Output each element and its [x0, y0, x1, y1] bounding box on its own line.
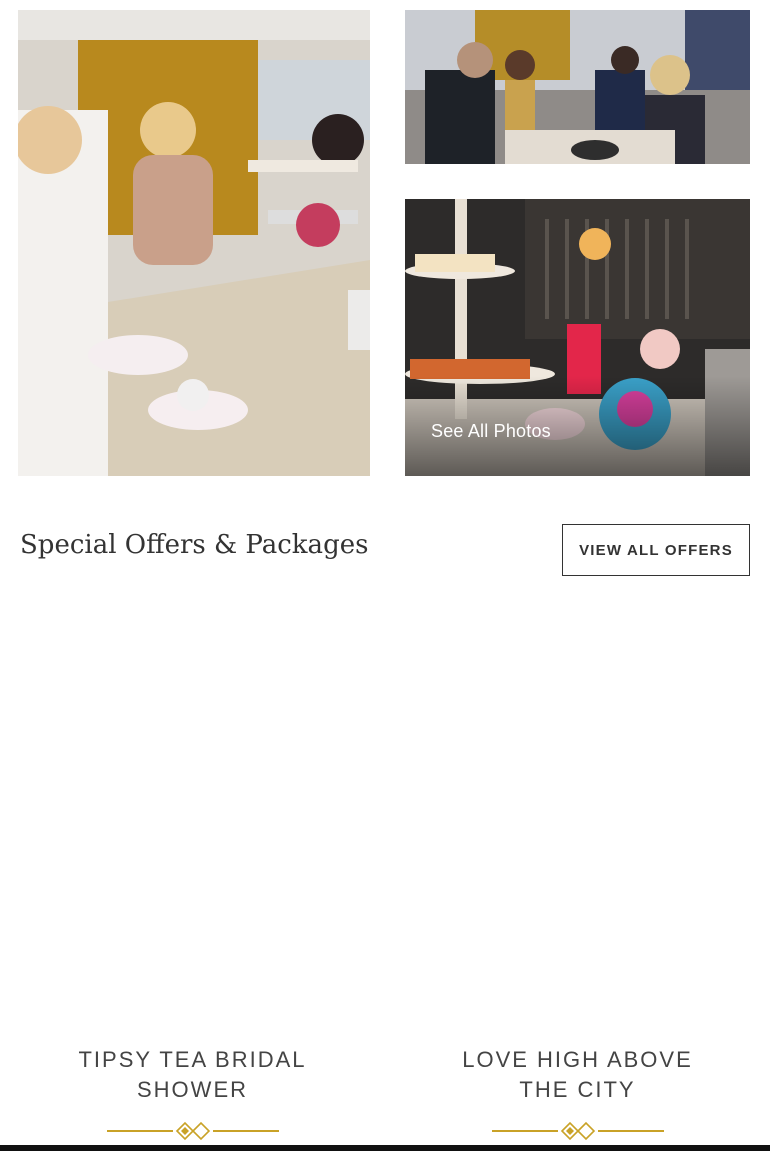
ornament-divider-icon	[106, 1121, 279, 1141]
view-all-offers-button[interactable]: VIEW ALL OFFERS	[562, 524, 750, 576]
offer-card[interactable]: TIPSY TEA BRIDAL SHOWER	[20, 1045, 365, 1141]
offer-card[interactable]: LOVE HIGH ABOVE THE CITY	[405, 1045, 750, 1141]
bottom-bar	[0, 1145, 770, 1151]
offer-title[interactable]: LOVE HIGH ABOVE THE CITY	[405, 1045, 750, 1105]
offer-title[interactable]: TIPSY TEA BRIDAL SHOWER	[20, 1045, 365, 1105]
gallery-photo-diners[interactable]	[405, 10, 750, 164]
gallery-photo-tea-stand[interactable]: See All Photos	[405, 199, 750, 476]
tea-service-image	[18, 10, 370, 476]
see-all-photos-link[interactable]: See All Photos	[431, 421, 551, 442]
special-offers-title: Special Offers & Packages	[20, 530, 369, 560]
gallery-photo-tea-service[interactable]	[18, 10, 370, 476]
diners-image	[405, 10, 750, 164]
ornament-divider-icon	[491, 1121, 664, 1141]
arrow-right-icon[interactable]	[697, 417, 750, 476]
